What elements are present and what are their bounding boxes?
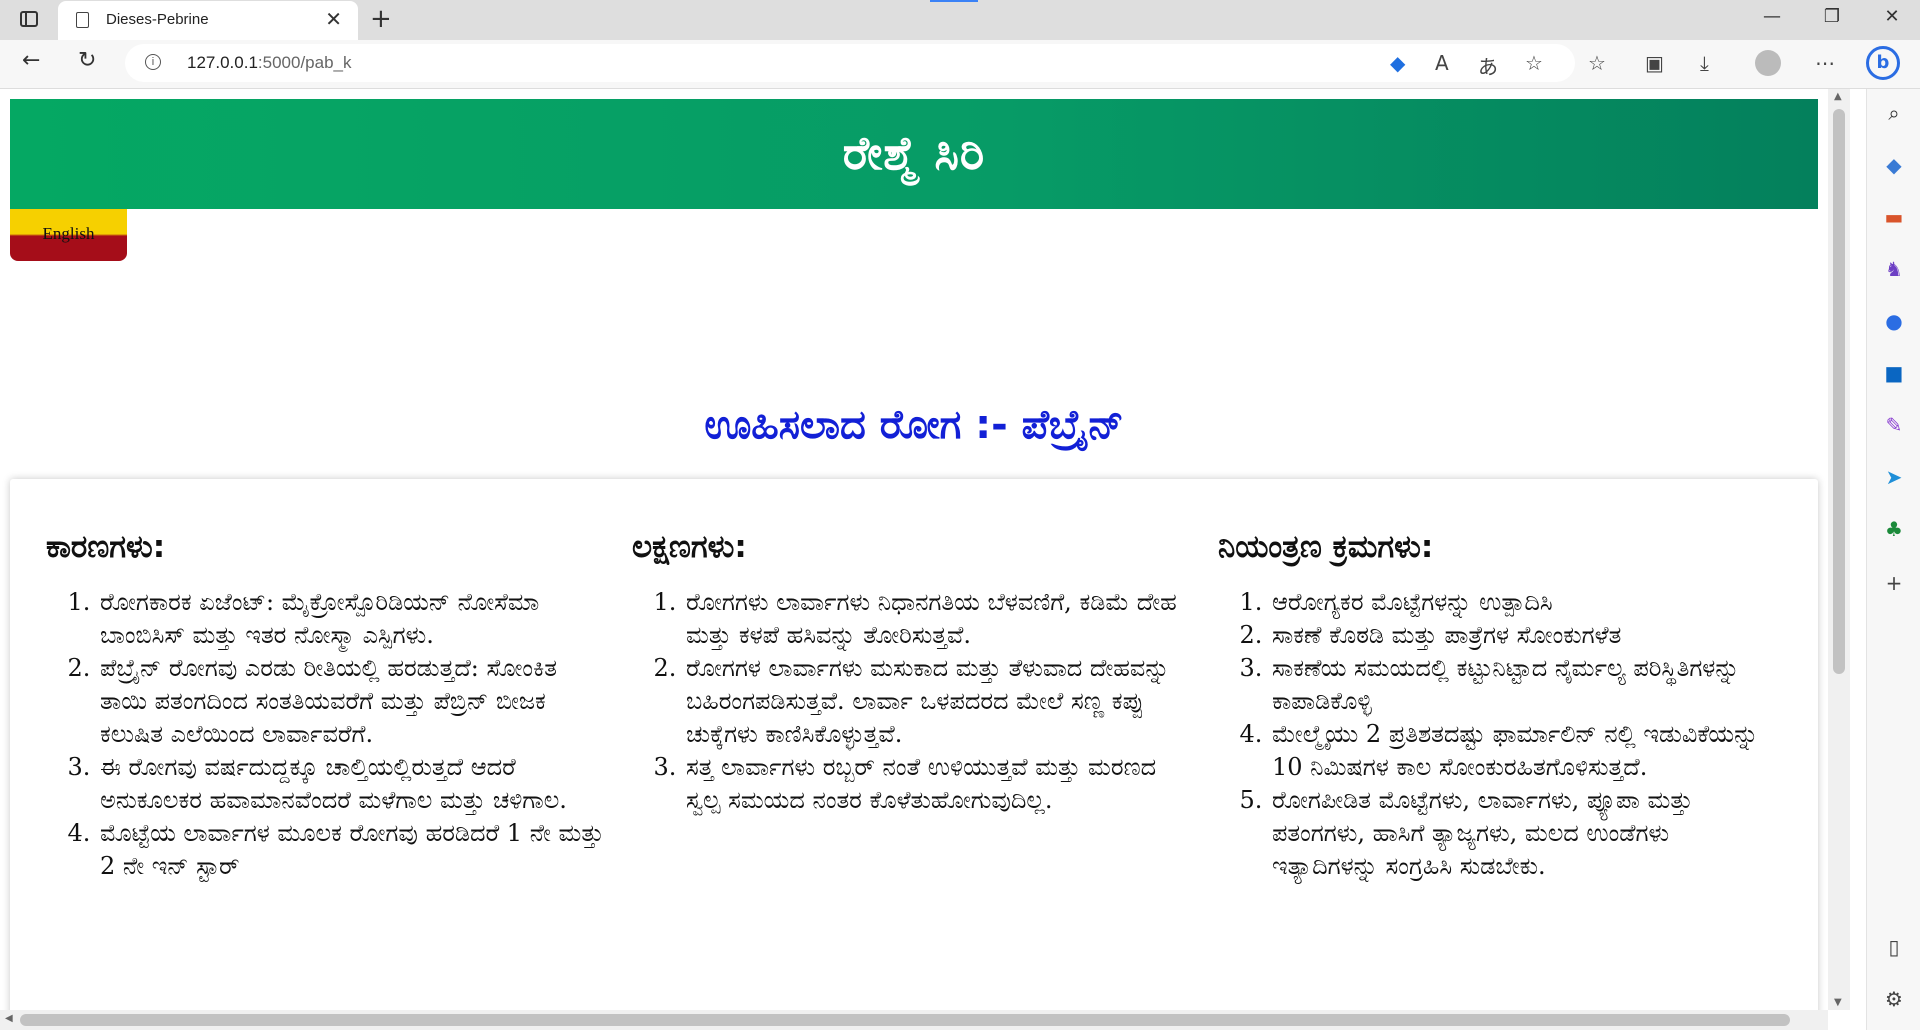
info-card: ಕಾರಣಗಳು: ರೋಗಕಾರಕ ಏಜೆಂಟ್: ಮೈಕ್ರೋಸ್ಪೊರಿಡಿಯ… <box>10 479 1818 1010</box>
maximize-icon[interactable]: ❐ <box>1812 6 1852 27</box>
translate-icon[interactable]: あ <box>1478 51 1498 80</box>
predicted-disease: ಊಹಿಸಲಾದ ರೋಗ :- ಪೆಬ್ರೈನ್ <box>704 402 1124 448</box>
horizontal-scrollbar[interactable]: ◀ <box>0 1010 1828 1030</box>
browser-tab[interactable]: Dieses-Pebrine ✕ <box>58 1 358 40</box>
control-measures-heading: ನಿಯಂತ್ರಣ ಕ್ರಮಗಳು: <box>1218 529 1434 565</box>
send-icon[interactable]: ➤ <box>1882 465 1906 489</box>
window-indicator <box>930 0 978 2</box>
list-item: ರೋಗಪೀಡಿತ ಮೊಟ್ಟೆಗಳು, ಲಾರ್ವಾಗಳು, ಪ್ಯೂಪಾ ಮತ… <box>1270 784 1778 883</box>
causes-heading: ಕಾರಣಗಳು: <box>46 529 166 565</box>
url-text: 127.0.0.1:5000/pab_k <box>187 53 352 72</box>
list-item: ಸಾಕಣೆ ಕೊಠಡಿ ಮತ್ತು ಪಾತ್ರೆಗಳ ಸೋಂಕುಗಳೆತ <box>1270 619 1778 652</box>
tree-icon[interactable]: ♣ <box>1882 517 1906 541</box>
games-icon[interactable]: ♞ <box>1882 257 1906 281</box>
settings-icon[interactable]: ⚙ <box>1882 987 1906 1011</box>
symptoms-column: ಲಕ್ಷಣಗಳು: ರೋಗಗಳು ಲಾರ್ವಾಗಳು ನಿಧಾನಗತಿಯ ಬೆಳ… <box>632 529 1192 817</box>
scroll-up-icon[interactable]: ▲ <box>1834 91 1842 102</box>
symptoms-list: ರೋಗಗಳು ಲಾರ್ವಾಗಳು ನಿಧಾನಗತಿಯ ಬೆಳವಣಿಗೆ, ಕಡಿ… <box>632 586 1192 817</box>
back-icon[interactable]: ← <box>22 48 40 73</box>
info-icon[interactable]: i <box>145 54 161 70</box>
page-icon <box>76 12 89 28</box>
list-item: ಮೊಟ್ಟೆಯ ಲಾರ್ವಾಗಳ ಮೂಲಕ ರೋಗವು ಹರಡಿದರೆ 1 ನೇ… <box>98 817 606 883</box>
outlook-icon[interactable]: ■ <box>1882 361 1906 385</box>
microsoft-365-icon[interactable]: ● <box>1882 309 1906 333</box>
shopping-tag-icon[interactable]: ◆ <box>1390 51 1405 75</box>
new-tab-icon[interactable]: + <box>370 4 392 34</box>
search-icon[interactable]: ⌕ <box>1882 101 1906 125</box>
list-item: ಆರೋಗ್ಯಕರ ಮೊಟ್ಟೆಗಳನ್ನು ಉತ್ಪಾದಿಸಿ <box>1270 586 1778 619</box>
browser-toolbar: ← ↻ i 127.0.0.1:5000/pab_k ◆ A あ ☆ ☆ ▣ ⤓… <box>0 40 1920 89</box>
bing-icon[interactable]: b <box>1866 46 1900 80</box>
add-favorite-icon[interactable]: ☆ <box>1525 51 1543 75</box>
list-item: ರೋಗಗಳು ಲಾರ್ವಾಗಳು ನಿಧಾನಗತಿಯ ಬೆಳವಣಿಗೆ, ಕಡಿ… <box>684 586 1192 652</box>
list-item: ಪೆಬ್ರೈನ್ ರೋಗವು ಎರಡು ರೀತಿಯಲ್ಲಿ ಹರಡುತ್ತದೆ:… <box>98 652 606 751</box>
tab-bar: Dieses-Pebrine ✕ + — ❐ ✕ <box>0 0 1920 40</box>
language-button[interactable]: English <box>10 209 127 261</box>
list-item: ಮೇಲ್ಮೈಯು 2 ಪ್ರತಿಶತದಷ್ಟು ಫಾರ್ಮಾಲಿನ್ ನಲ್ಲಿ… <box>1270 718 1778 784</box>
causes-column: ಕಾರಣಗಳು: ರೋಗಕಾರಕ ಏಜೆಂಟ್: ಮೈಕ್ರೋಸ್ಪೊರಿಡಿಯ… <box>46 529 606 883</box>
horizontal-scroll-thumb[interactable] <box>20 1014 1790 1026</box>
collections-icon[interactable]: ▣ <box>1645 51 1664 75</box>
address-bar[interactable]: i 127.0.0.1:5000/pab_k <box>125 44 1575 82</box>
vertical-scrollbar[interactable]: ▲ ▼ <box>1828 89 1850 1010</box>
downloads-icon[interactable]: ⤓ <box>1700 51 1709 75</box>
designer-icon[interactable]: ✎ <box>1882 413 1906 437</box>
refresh-icon[interactable]: ↻ <box>78 48 96 73</box>
read-aloud-icon[interactable]: A <box>1435 51 1449 75</box>
profile-icon[interactable] <box>1755 50 1781 76</box>
minimize-icon[interactable]: — <box>1752 6 1792 27</box>
tools-icon[interactable]: ▬ <box>1882 205 1906 229</box>
add-icon[interactable]: + <box>1882 571 1906 595</box>
page-viewport: ರೇಶ್ಮೆ ಸಿರಿ English ಊಹಿಸಲಾದ ರೋಗ :- ಪೆಬ್ರ… <box>0 89 1828 1010</box>
symptoms-heading: ಲಕ್ಷಣಗಳು: <box>632 529 747 565</box>
close-icon[interactable]: ✕ <box>325 7 342 31</box>
tab-title: Dieses-Pebrine <box>106 11 209 28</box>
edge-sidebar: ⌕ ◆ ▬ ♞ ● ■ ✎ ➤ ♣ + ▯ ⚙ <box>1866 89 1920 1030</box>
list-item: ಸಾಕಣೆಯ ಸಮಯದಲ್ಲಿ ಕಟ್ಟುನಿಟ್ಟಾದ ನೈರ್ಮಲ್ಯ ಪರ… <box>1270 652 1778 718</box>
list-item: ರೋಗಕಾರಕ ಏಜೆಂಟ್: ಮೈಕ್ರೋಸ್ಪೊರಿಡಿಯನ್ ನೋಸೆಮಾ… <box>98 586 606 652</box>
control-measures-list: ಆರೋಗ್ಯಕರ ಮೊಟ್ಟೆಗಳನ್ನು ಉತ್ಪಾದಿಸಿ ಸಾಕಣೆ ಕೊ… <box>1218 586 1778 883</box>
list-item: ಸತ್ತ ಲಾರ್ವಾಗಳು ರಬ್ಬರ್ ನಂತೆ ಉಳಿಯುತ್ತವೆ ಮತ… <box>684 751 1192 817</box>
causes-list: ರೋಗಕಾರಕ ಏಜೆಂಟ್: ಮೈಕ್ರೋಸ್ಪೊರಿಡಿಯನ್ ನೋಸೆಮಾ… <box>46 586 606 883</box>
site-banner: ರೇಶ್ಮೆ ಸಿರಿ <box>10 99 1818 209</box>
shopping-icon[interactable]: ◆ <box>1882 153 1906 177</box>
favorites-icon[interactable]: ☆ <box>1588 51 1606 75</box>
site-title: ರೇಶ್ಮೆ ಸಿರಿ <box>842 126 986 180</box>
control-measures-column: ನಿಯಂತ್ರಣ ಕ್ರಮಗಳು: ಆರೋಗ್ಯಕರ ಮೊಟ್ಟೆಗಳನ್ನು … <box>1218 529 1778 883</box>
scroll-down-icon[interactable]: ▼ <box>1834 997 1842 1008</box>
scroll-left-icon[interactable]: ◀ <box>5 1013 13 1024</box>
vertical-scroll-thumb[interactable] <box>1833 109 1845 674</box>
window-close-icon[interactable]: ✕ <box>1872 6 1912 27</box>
split-screen-icon[interactable]: ▯ <box>1882 935 1906 959</box>
list-item: ಈ ರೋಗವು ವರ್ಷದುದ್ದಕ್ಕೂ ಚಾಲ್ತಿಯಲ್ಲಿರುತ್ತದೆ… <box>98 751 606 817</box>
list-item: ರೋಗಗಳ ಲಾರ್ವಾಗಳು ಮಸುಕಾದ ಮತ್ತು ತೆಳುವಾದ ದೇಹ… <box>684 652 1192 751</box>
tab-actions-icon[interactable] <box>20 11 38 27</box>
more-icon[interactable]: ⋯ <box>1815 51 1835 75</box>
